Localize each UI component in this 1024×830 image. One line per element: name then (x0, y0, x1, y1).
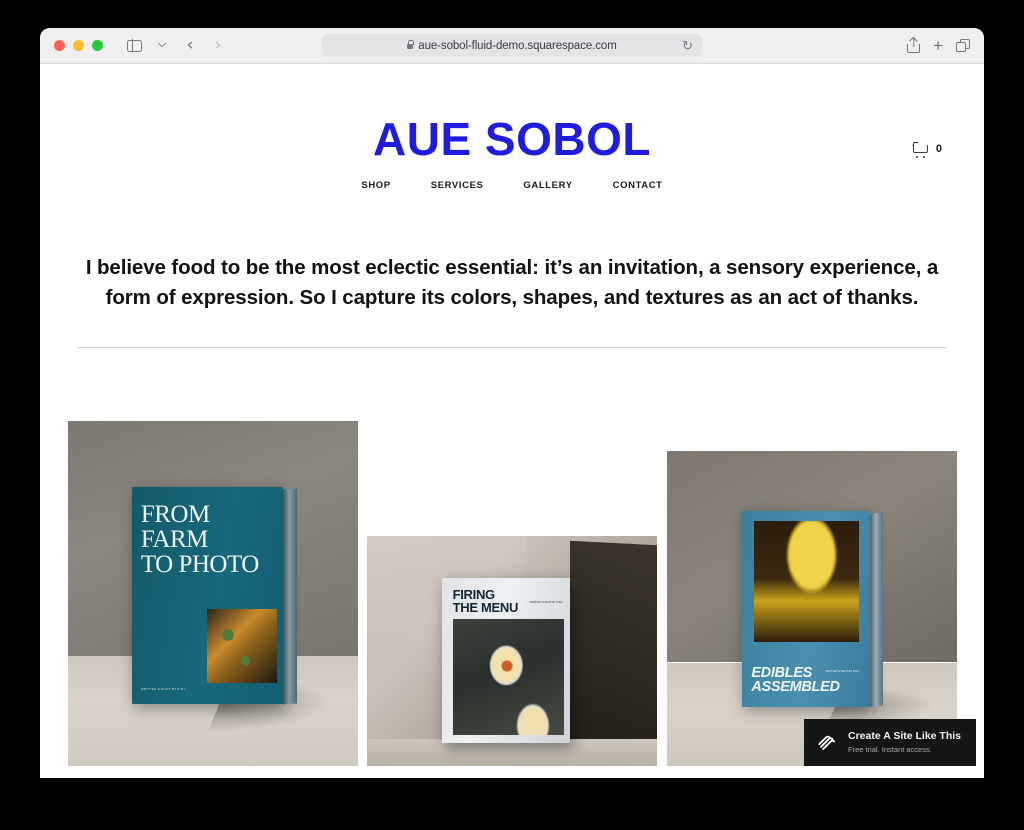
lock-icon (407, 40, 415, 49)
chevron-left-icon: ‹ (186, 35, 194, 55)
tab-overview-icon[interactable] (956, 39, 970, 52)
sidebar-options-button[interactable] (149, 34, 175, 58)
book-cover-1: FROM FARM TO PHOTO WRITTEN & SHOT BY S.B… (131, 486, 297, 705)
browser-toolbar: ‹ › aue-sobol-fluid-demo.squarespace.com… (40, 28, 984, 64)
book3-title-line2: ASSEMBLED (751, 679, 840, 696)
nav-item-gallery[interactable]: GALLERY (523, 180, 572, 191)
navigation-controls: ‹ › (121, 34, 231, 58)
back-button[interactable]: ‹ (177, 34, 203, 58)
book-cover-2: FIRING THE MENU WRITTEN & SHOT BY S.B.L. (442, 577, 570, 744)
book-cover-3: WRITTEN & SHOT BY S.B.L. EDIBLES ASSEMBL… (742, 511, 883, 708)
book3-title-line1: EDIBLES (751, 664, 813, 681)
gallery-grid: FROM FARM TO PHOTO WRITTEN & SHOT BY S.B… (40, 348, 984, 767)
book1-title-line2: TO PHOTO (140, 551, 260, 579)
maximize-window-button[interactable] (92, 40, 103, 51)
toolbar-actions: + (907, 37, 970, 54)
book2-title-line2: THE MENU (452, 600, 519, 616)
site-header: AUE SOBOL SHOP SERVICES GALLERY CONTACT … (40, 64, 984, 191)
book1-cover-photo (207, 608, 277, 683)
browser-window: ‹ › aue-sobol-fluid-demo.squarespace.com… (40, 28, 984, 778)
squarespace-logo-icon (818, 735, 836, 750)
cart-button[interactable]: 0 (912, 142, 942, 158)
share-icon[interactable] (907, 38, 921, 53)
gallery-item-from-farm-to-photo[interactable]: FROM FARM TO PHOTO WRITTEN & SHOT BY S.B… (68, 421, 358, 767)
book1-credit: WRITTEN & SHOT BY S.B.L. (140, 687, 188, 692)
close-window-button[interactable] (54, 40, 65, 51)
hero-section: I believe food to be the most eclectic e… (40, 191, 984, 349)
promo-subtitle: Free trial. Instant access. (848, 745, 932, 755)
book2-credit: WRITTEN & SHOT BY S.B.L. (529, 601, 564, 604)
sidebar-icon (126, 39, 142, 52)
address-bar[interactable]: aue-sobol-fluid-demo.squarespace.com ↻ (322, 34, 702, 57)
book2-title-line1: FIRING (452, 586, 496, 602)
book2-cover-photo (452, 619, 564, 736)
hero-headline: I believe food to be the most eclectic e… (85, 256, 939, 309)
nav-item-shop[interactable]: SHOP (361, 180, 390, 191)
chevron-down-icon (157, 38, 167, 47)
site-logo[interactable]: AUE SOBOL (40, 112, 984, 166)
forward-button[interactable]: › (205, 34, 231, 58)
nav-item-services[interactable]: SERVICES (431, 180, 484, 191)
squarespace-promo-banner[interactable]: Create A Site Like This Free trial. Inst… (804, 719, 976, 766)
book1-title-line1: FROM FARM (140, 501, 210, 554)
window-controls (54, 40, 103, 51)
book-photo-1: FROM FARM TO PHOTO WRITTEN & SHOT BY S.B… (68, 421, 358, 767)
book-photo-2: FIRING THE MENU WRITTEN & SHOT BY S.B.L. (367, 536, 657, 767)
gallery-item-firing-the-menu[interactable]: FIRING THE MENU WRITTEN & SHOT BY S.B.L. (367, 536, 657, 767)
url-text: aue-sobol-fluid-demo.squarespace.com (418, 39, 617, 52)
nav-item-contact[interactable]: CONTACT (613, 180, 663, 191)
site-navigation: SHOP SERVICES GALLERY CONTACT (40, 180, 984, 191)
reload-icon[interactable]: ↻ (682, 38, 693, 54)
webpage-content: AUE SOBOL SHOP SERVICES GALLERY CONTACT … (40, 64, 984, 778)
sidebar-toggle-button[interactable] (121, 34, 147, 58)
new-tab-icon[interactable]: + (933, 37, 943, 54)
promo-title: Create A Site Like This (848, 730, 962, 743)
shopping-cart-icon (912, 142, 930, 158)
chevron-right-icon: › (214, 35, 222, 55)
minimize-window-button[interactable] (73, 40, 84, 51)
book3-cover-photo (753, 521, 859, 643)
cart-count: 0 (935, 143, 942, 155)
